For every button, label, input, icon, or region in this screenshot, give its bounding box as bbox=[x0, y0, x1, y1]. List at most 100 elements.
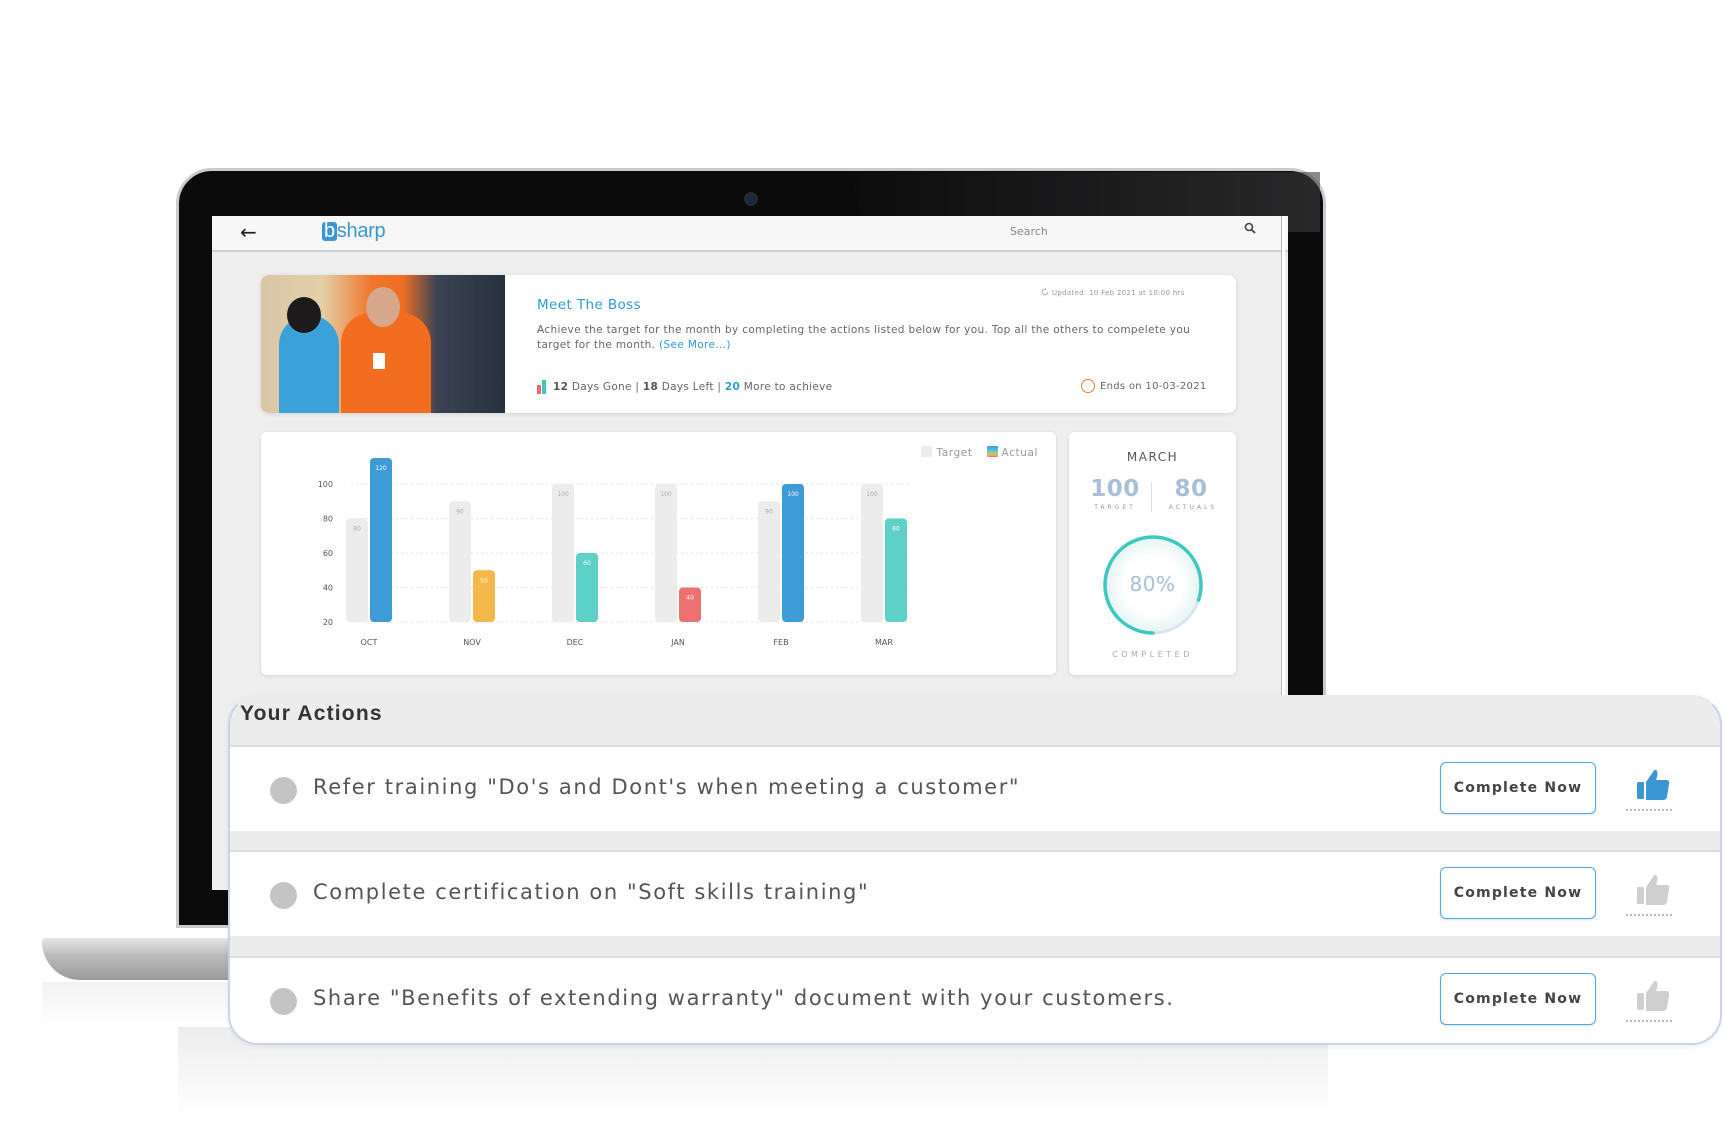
thumbs-up-icon[interactable] bbox=[1635, 767, 1671, 803]
refresh-icon bbox=[1041, 288, 1049, 296]
actual-bar bbox=[370, 458, 392, 622]
action-item: Complete certification on "Soft skills t… bbox=[230, 850, 1720, 936]
like-caption bbox=[1626, 1020, 1672, 1024]
target-bar bbox=[449, 501, 471, 622]
complete-now-button[interactable]: Complete Now bbox=[1440, 762, 1596, 814]
updated-timestamp: Updated: 10 Feb 2021 at 10:00 hrs bbox=[1041, 288, 1185, 297]
actual-bar bbox=[885, 518, 907, 622]
separator: | bbox=[635, 381, 640, 393]
target-bar-label: 100 bbox=[557, 491, 569, 498]
legend-label-target: Target bbox=[936, 447, 973, 459]
more-to-achieve-value: 20 bbox=[724, 381, 741, 393]
challenge-description: Achieve the target for the month by comp… bbox=[537, 323, 1197, 353]
complete-now-button[interactable]: Complete Now bbox=[1440, 867, 1596, 919]
target-bar-label: 90 bbox=[456, 508, 464, 515]
status-dot[interactable] bbox=[270, 777, 297, 804]
challenge-card: Meet The Boss Achieve the target for the… bbox=[261, 275, 1236, 413]
y-tick-label: 40 bbox=[323, 584, 333, 593]
divider bbox=[1151, 482, 1152, 512]
progress-stats: 12 Days Gone | 18 Days Left | 20 More to… bbox=[537, 380, 832, 394]
photo-badge bbox=[373, 353, 385, 369]
target-bar-label: 100 bbox=[660, 491, 672, 498]
action-item: Share "Benefits of extending warranty" d… bbox=[230, 956, 1720, 1043]
x-tick-label: OCT bbox=[361, 638, 378, 647]
search-input[interactable]: Search bbox=[1010, 225, 1048, 238]
top-bar: ← b sharp Search bbox=[212, 216, 1288, 252]
like-caption bbox=[1626, 914, 1672, 918]
thumbs-up-icon[interactable] bbox=[1635, 872, 1671, 908]
x-tick-label: JAN bbox=[670, 638, 685, 647]
action-text: Share "Benefits of extending warranty" d… bbox=[313, 986, 1175, 1010]
y-tick-label: 80 bbox=[323, 515, 333, 524]
action-text: Refer training "Do's and Dont's when mee… bbox=[313, 775, 1021, 799]
target-bar-label: 100 bbox=[866, 491, 878, 498]
days-gone-label: Days Gone bbox=[571, 381, 632, 393]
target-bar bbox=[758, 501, 780, 622]
complete-now-button[interactable]: Complete Now bbox=[1440, 973, 1596, 1025]
target-bar bbox=[552, 484, 574, 622]
target-bar bbox=[861, 484, 883, 622]
description-text: Achieve the target for the month by comp… bbox=[537, 324, 1191, 351]
actual-value: 80 bbox=[1174, 476, 1208, 502]
target-bar-label: 90 bbox=[765, 508, 773, 515]
actions-title: Your Actions bbox=[240, 702, 383, 725]
actual-bar-label: 120 bbox=[375, 465, 387, 472]
completion-percent: 80% bbox=[1129, 572, 1176, 596]
target-bar bbox=[655, 484, 677, 622]
more-to-achieve-label: More to achieve bbox=[743, 381, 833, 393]
search-icon[interactable] bbox=[1244, 222, 1256, 237]
photo-figure-staff-head bbox=[366, 287, 400, 327]
action-text: Complete certification on "Soft skills t… bbox=[313, 880, 870, 904]
legend-swatch-actual bbox=[986, 446, 998, 457]
photo-figure-customer-head bbox=[287, 297, 321, 333]
target-bar-label: 80 bbox=[353, 526, 361, 533]
see-more-link[interactable]: (See More...) bbox=[659, 339, 731, 351]
logo-text: sharp bbox=[336, 220, 386, 242]
month-summary-card: MARCH 100 TARGET 80 ACTUALS 80% COMPLETE… bbox=[1069, 432, 1236, 675]
photo-figure-staff bbox=[341, 313, 431, 413]
target-vs-actual-chart: 20 40 60 80 100 80 120 OCT 90 50 NOV 100 60 DEC 100 40 J… bbox=[261, 432, 1056, 675]
like-caption bbox=[1626, 809, 1672, 813]
actions-panel: Your Actions Refer training "Do's and Do… bbox=[228, 695, 1722, 1045]
bar-chart: 20 40 60 80 100 80 120 OCT 90 50 NOV 100 60 DEC 100 40 J… bbox=[318, 458, 911, 647]
end-date-text: Ends on 10-03-2021 bbox=[1100, 381, 1207, 392]
x-tick-label: FEB bbox=[773, 638, 788, 647]
actual-bar-label: 50 bbox=[480, 577, 488, 584]
days-left-value: 18 bbox=[642, 381, 659, 393]
completed-label: COMPLETED bbox=[1112, 650, 1193, 659]
legend-label-actual: Actual bbox=[1001, 447, 1038, 459]
updated-text: Updated: 10 Feb 2021 at 10:00 hrs bbox=[1052, 289, 1185, 297]
target-value: 100 bbox=[1090, 476, 1140, 502]
target-bar bbox=[346, 518, 368, 622]
x-tick-label: MAR bbox=[875, 638, 893, 647]
actual-label: ACTUALS bbox=[1168, 504, 1218, 511]
legend-swatch-target bbox=[921, 446, 933, 457]
y-tick-label: 20 bbox=[323, 618, 333, 627]
month-title: MARCH bbox=[1126, 450, 1179, 464]
challenge-title: Meet The Boss bbox=[537, 297, 642, 313]
actual-bar-label: 40 bbox=[686, 595, 694, 602]
end-date: Ends on 10-03-2021 bbox=[1081, 379, 1207, 393]
chart-legend: Target Actual bbox=[921, 446, 1038, 459]
x-tick-label: DEC bbox=[567, 638, 584, 647]
actual-bar-label: 60 bbox=[583, 560, 591, 567]
challenge-photo bbox=[261, 275, 505, 413]
actual-bar bbox=[782, 484, 804, 622]
actual-bar bbox=[679, 587, 701, 622]
actual-bar-label: 80 bbox=[892, 526, 900, 533]
separator: | bbox=[717, 381, 722, 393]
target-label: TARGET bbox=[1094, 504, 1136, 511]
app-logo[interactable]: b sharp bbox=[322, 220, 386, 243]
days-left-label: Days Left bbox=[661, 381, 714, 393]
status-dot[interactable] bbox=[270, 988, 297, 1015]
logo-mark: b bbox=[322, 220, 337, 242]
thumbs-up-icon[interactable] bbox=[1635, 978, 1671, 1014]
status-dot[interactable] bbox=[270, 882, 297, 909]
arrow-left-icon[interactable]: ← bbox=[240, 220, 257, 244]
stopwatch-icon bbox=[1081, 379, 1095, 393]
y-tick-label: 100 bbox=[318, 480, 333, 489]
webcam bbox=[744, 192, 758, 206]
actual-bar-label: 100 bbox=[787, 491, 799, 498]
y-tick-label: 60 bbox=[323, 549, 333, 558]
days-gone-value: 12 bbox=[553, 381, 569, 393]
